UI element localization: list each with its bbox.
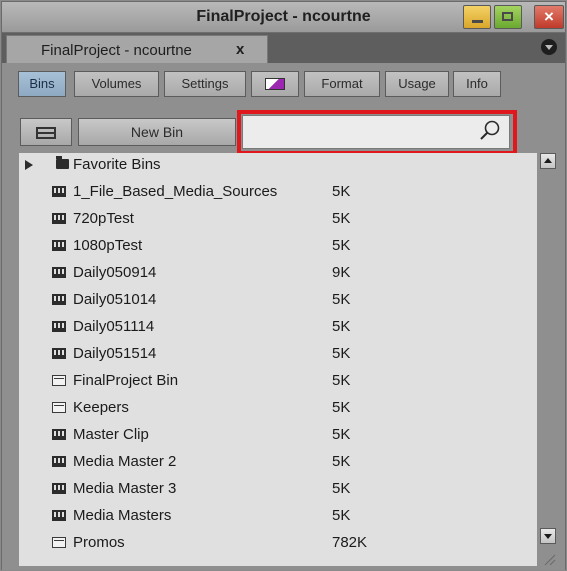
bin-closed-icon [52,456,66,467]
bin-open-icon [52,537,66,548]
bin-closed-icon [52,510,66,521]
new-bin-button[interactable]: New Bin [78,118,236,146]
list-item[interactable]: Media Master 2 5K [19,450,537,477]
tab-info[interactable]: Info [453,71,501,97]
list-item[interactable]: 720pTest 5K [19,207,537,234]
bin-name: Media Master 3 [73,480,177,497]
vertical-scrollbar[interactable] [539,153,558,566]
bin-size: 5K [332,480,351,497]
bin-size: 5K [332,453,351,470]
list-item-favorite-bins[interactable]: Favorite Bins [19,153,537,180]
monitor-color-icon [265,78,285,90]
list-icon [36,127,56,139]
project-window: FinalProject - ncourtne × FinalProject -… [0,0,567,571]
maximize-button[interactable] [494,5,522,29]
list-item[interactable]: Media Masters 5K [19,504,537,531]
bin-closed-icon [52,213,66,224]
search-highlight-box [237,110,517,155]
list-item[interactable]: Daily051114 5K [19,315,537,342]
close-tab-icon[interactable]: x [236,41,244,58]
document-tab-bar: FinalProject - ncourtne x [2,33,565,63]
bin-view-toggle-button[interactable] [20,118,72,146]
bin-name: Media Master 2 [73,453,177,470]
bin-closed-icon [52,348,66,359]
bin-closed-icon [52,240,66,251]
title-bar[interactable]: FinalProject - ncourtne × [2,2,565,33]
bin-size: 5K [332,345,351,362]
bin-size: 5K [332,183,351,200]
bin-name: Daily050914 [73,264,157,281]
list-item[interactable]: Daily051514 5K [19,342,537,369]
bin-list: Favorite Bins 1_File_Based_Media_Sources… [19,153,537,566]
bin-name: 720pTest [73,210,134,227]
bin-name: Favorite Bins [73,156,161,173]
bin-name: Daily051014 [73,291,157,308]
list-item[interactable]: Daily050914 9K [19,261,537,288]
document-tab[interactable]: FinalProject - ncourtne x [6,35,268,63]
close-icon: × [544,7,554,26]
list-item[interactable]: 1080pTest 5K [19,234,537,261]
bin-name: Media Masters [73,507,172,524]
bin-open-icon [52,402,66,413]
tab-settings[interactable]: Settings [164,71,246,97]
list-item[interactable]: Daily051014 5K [19,288,537,315]
tab-usage[interactable]: Usage [385,71,449,97]
bin-size: 782K [332,534,368,551]
document-tab-label: FinalProject - ncourtne [41,42,192,59]
folder-icon [56,156,69,169]
bin-closed-icon [52,321,66,332]
bin-name: Daily051514 [73,345,157,362]
bin-closed-icon [52,483,66,494]
bin-name: FinalProject Bin [73,372,179,389]
fast-menu-icon[interactable] [541,39,557,55]
bin-size: 5K [332,291,351,308]
bin-name: Master Clip [73,426,149,443]
expand-arrow-icon[interactable] [25,160,33,170]
scroll-down-arrow-icon[interactable] [540,528,556,544]
list-item[interactable]: FinalProject Bin 5K [19,369,537,396]
bin-name: Daily051114 [73,318,155,335]
bin-name: 1_File_Based_Media_Sources [73,183,278,200]
tab-bins[interactable]: Bins [18,71,66,97]
tab-format[interactable]: Format [304,71,380,97]
bin-size: 5K [332,210,351,227]
bin-name: Keepers [73,399,129,416]
bin-size: 5K [332,237,351,254]
bin-closed-icon [52,429,66,440]
close-window-button[interactable]: × [534,5,564,29]
list-item[interactable]: Master Clip 5K [19,423,537,450]
list-item[interactable]: 1_File_Based_Media_Sources 5K [19,180,537,207]
resize-grip-icon[interactable] [541,551,556,566]
bin-size: 9K [332,264,351,281]
tab-volumes[interactable]: Volumes [74,71,159,97]
minimize-button[interactable] [463,5,491,29]
list-item[interactable]: Media Master 3 5K [19,477,537,504]
bin-closed-icon [52,294,66,305]
bin-size: 5K [332,318,351,335]
list-item[interactable]: Keepers 5K [19,396,537,423]
bin-open-icon [52,375,66,386]
scroll-up-arrow-icon[interactable] [540,153,556,169]
bin-size: 5K [332,399,351,416]
bin-size: 5K [332,372,351,389]
bin-closed-icon [52,267,66,278]
bin-size: 5K [332,426,351,443]
tab-color[interactable] [251,71,299,97]
bin-name: 1080pTest [73,237,143,254]
list-item[interactable]: Promos 782K [19,531,537,558]
bin-name: Promos [73,534,125,551]
bin-closed-icon [52,186,66,197]
bin-size: 5K [332,507,351,524]
